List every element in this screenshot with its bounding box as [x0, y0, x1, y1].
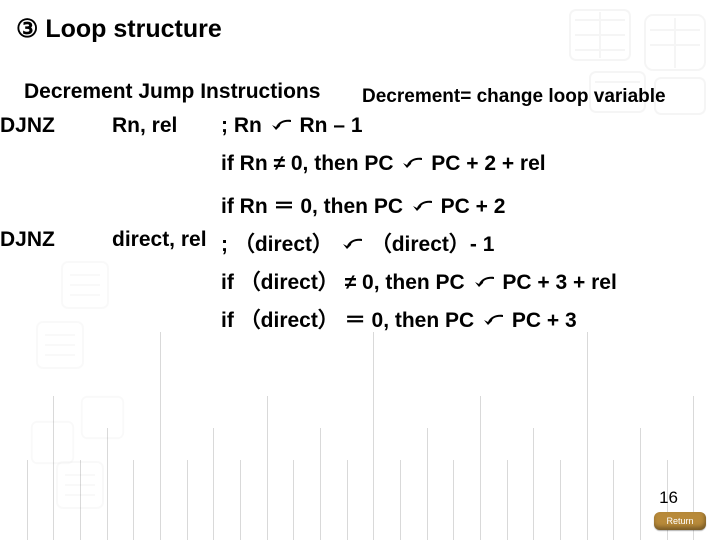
desc-part: PC + 2 + rel — [425, 152, 545, 175]
desc-part: Rn – 1 — [294, 114, 363, 137]
description: if Rn ＝ 0, then PC PC + 2 — [221, 190, 505, 220]
description: ; Rn Rn – 1 — [221, 114, 363, 138]
ornament-stamp — [80, 395, 125, 440]
description: ; （direct） （direct）- 1 — [221, 228, 494, 258]
instruction-row: DJNZ direct, rel ; （direct） （direct）- 1 — [0, 228, 80, 252]
ornament-stamp — [35, 320, 85, 370]
assign-arrow-icon — [341, 236, 363, 250]
page-number: 16 — [659, 488, 678, 508]
description: if Rn ≠ 0, then PC PC + 2 + rel — [221, 152, 546, 176]
description: if （direct） ≠ 0, then PC PC + 3 + rel — [221, 266, 617, 296]
return-button[interactable]: Return — [654, 512, 706, 530]
desc-part: if （direct） ≠ 0, then PC — [221, 271, 471, 294]
desc-part: PC + 3 + rel — [497, 271, 617, 294]
slide-title: ③ Loop structure — [16, 14, 222, 44]
desc-part: （direct）- 1 — [365, 233, 495, 256]
desc-part: PC + 3 — [506, 309, 577, 332]
desc-part: PC + 2 — [435, 195, 506, 218]
section-heading: Decrement Jump Instructions — [24, 80, 320, 104]
desc-part: if （direct） ＝ 0, then PC — [221, 309, 480, 332]
operands: direct, rel — [112, 228, 207, 252]
ornament-stamp — [55, 460, 105, 510]
mnemonic: DJNZ — [0, 114, 80, 138]
description: if （direct） ＝ 0, then PC PC + 3 — [221, 304, 577, 334]
assign-arrow-icon — [401, 155, 423, 169]
assign-arrow-icon — [411, 198, 433, 212]
desc-part: if Rn ＝ 0, then PC — [221, 195, 409, 218]
desc-part: ; （direct） — [221, 233, 339, 256]
assign-arrow-icon — [473, 274, 495, 288]
desc-part: if Rn ≠ 0, then PC — [221, 152, 399, 175]
ornament-stamp — [60, 260, 110, 310]
ornament-stamp — [30, 420, 75, 465]
section-subnote: Decrement= change loop variable — [362, 86, 666, 108]
assign-arrow-icon — [482, 312, 504, 326]
assign-arrow-icon — [270, 117, 292, 131]
operands: Rn, rel — [112, 114, 177, 138]
desc-part: ; Rn — [221, 114, 268, 137]
mnemonic: DJNZ — [0, 228, 80, 252]
instruction-row: DJNZ Rn, rel ; Rn Rn – 1 — [0, 114, 80, 138]
